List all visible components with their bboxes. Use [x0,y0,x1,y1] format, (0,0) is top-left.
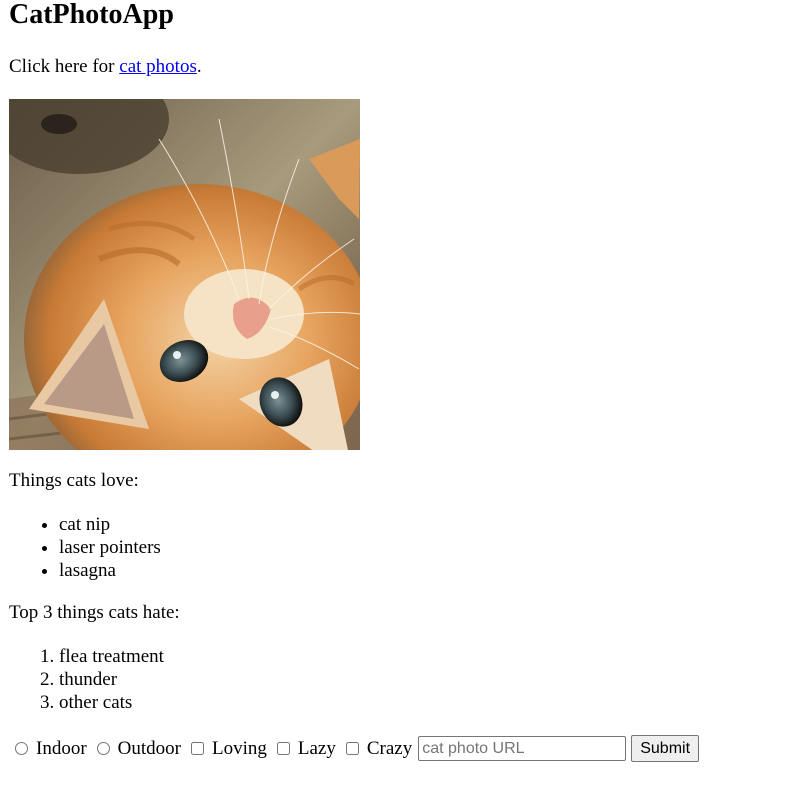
list-item: cat nip [59,513,161,536]
checkbox-option-crazy[interactable]: Crazy [340,738,412,760]
cat-photos-link[interactable]: cat photos [119,56,197,77]
lazy-label: Lazy [297,737,336,759]
radio-option-outdoor[interactable]: Outdoor [91,738,181,760]
love-heading: Things cats love: [9,470,139,491]
hate-heading: Top 3 things cats hate: [9,602,180,623]
cat-photo-image [9,99,360,450]
outdoor-radio[interactable] [96,742,110,755]
cat-photo-image-link[interactable] [9,99,360,450]
intro-prefix: Click here for [9,56,120,77]
hate-list: flea treatment thunder other cats [9,645,164,714]
page-title: CatPhotoApp [9,0,174,30]
crazy-checkbox[interactable] [345,742,359,755]
indoor-radio[interactable] [15,742,28,755]
lazy-checkbox[interactable] [276,742,290,755]
checkbox-option-lazy[interactable]: Lazy [271,738,336,760]
indoor-label: Indoor [36,737,87,759]
outdoor-label: Outdoor [117,737,181,759]
crazy-label: Crazy [366,737,413,759]
list-item: other cats [59,691,164,714]
list-item: lasagna [59,559,161,582]
cat-photo-url-input[interactable] [418,736,627,761]
list-item: flea treatment [59,645,164,668]
intro-suffix: . [196,56,202,77]
loving-checkbox[interactable] [190,742,204,755]
submit-button[interactable]: Submit [631,735,700,762]
intro-text: Click here for cat photos. [9,56,202,78]
radio-option-indoor[interactable]: Indoor [9,738,87,760]
love-list: cat nip laser pointers lasagna [9,513,161,582]
loving-label: Loving [211,737,267,759]
checkbox-option-loving[interactable]: Loving [185,738,267,760]
cat-photo-form: Indoor Outdoor Loving Lazy Crazy Submit [9,735,700,762]
list-item: laser pointers [59,536,161,559]
list-item: thunder [59,668,164,691]
